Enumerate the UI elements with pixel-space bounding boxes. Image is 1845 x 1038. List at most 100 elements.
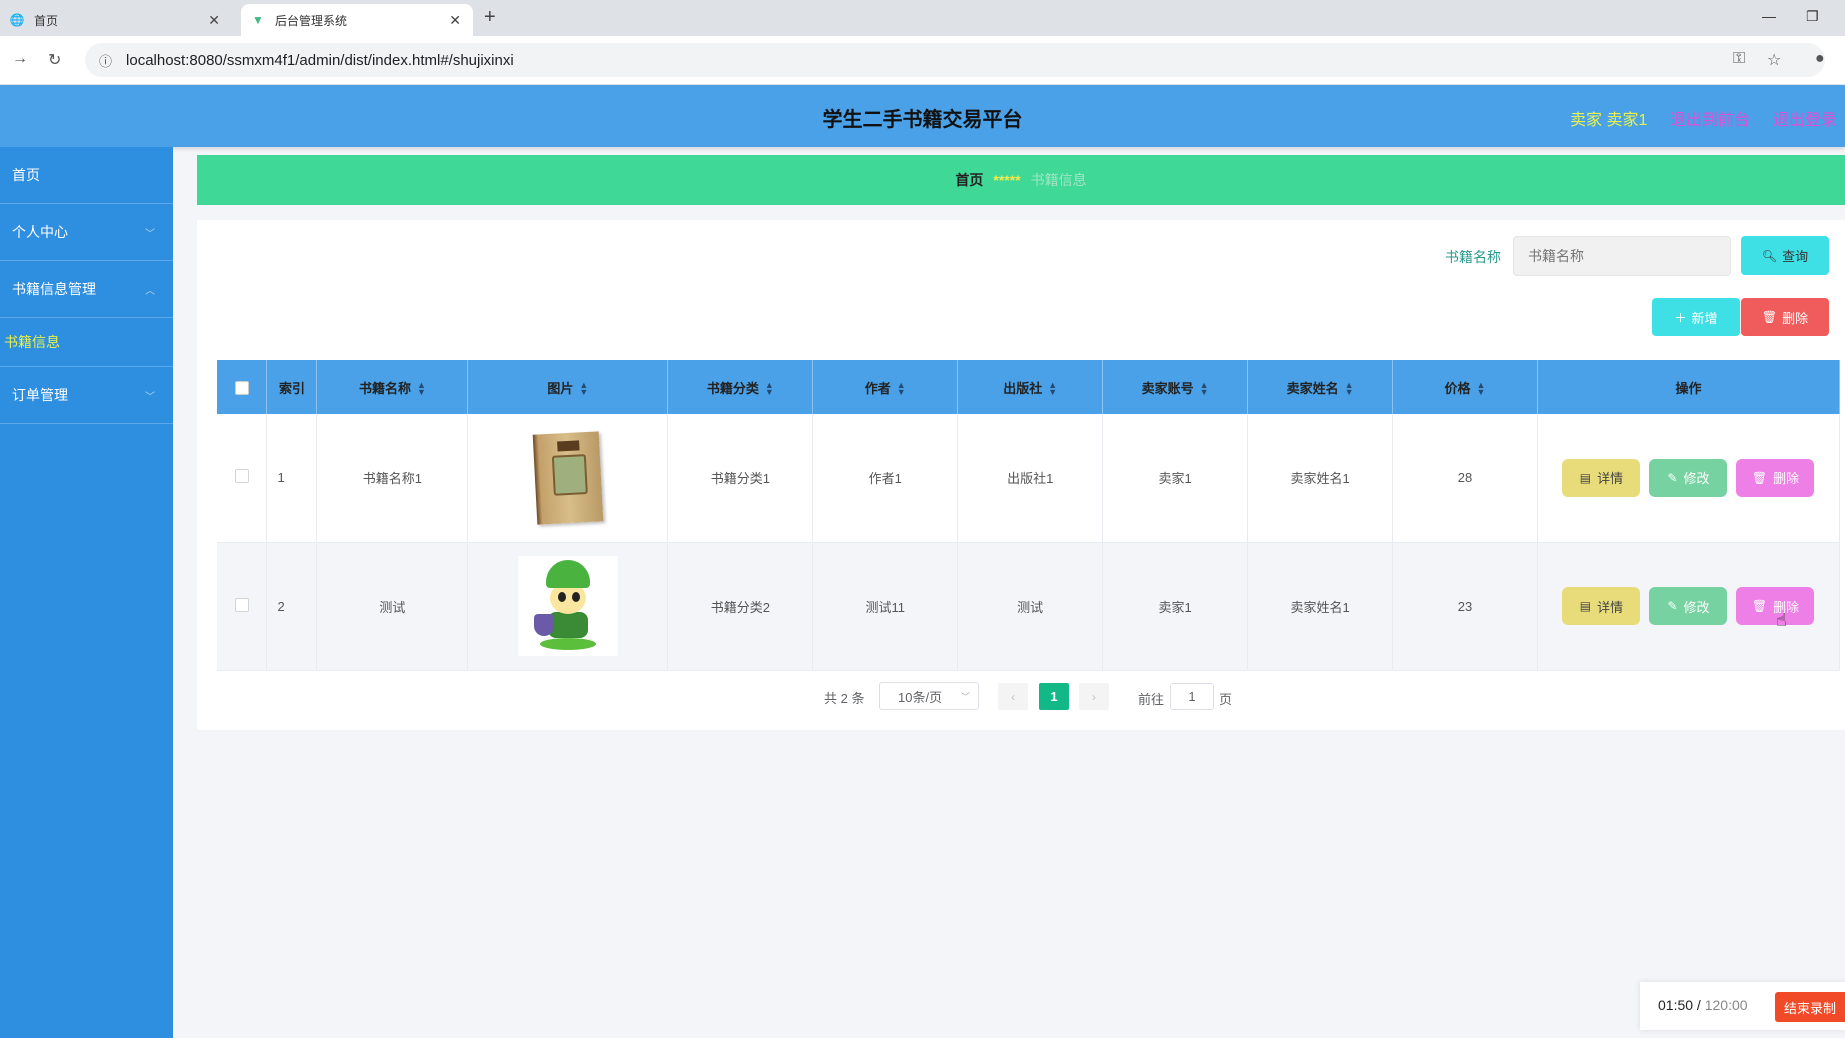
- publisher-cell: 测试: [957, 542, 1104, 671]
- site-info-icon[interactable]: ⓘ: [99, 51, 112, 70]
- sidebar-item-personal-center[interactable]: 个人中心 ﹀: [0, 204, 173, 261]
- column-header[interactable]: 卖家账号 ▲ ▼: [1102, 360, 1249, 414]
- close-icon[interactable]: ✕: [208, 12, 220, 29]
- add-button[interactable]: ＋ 新增: [1652, 298, 1740, 336]
- column-label: 卖家姓名: [1286, 380, 1339, 396]
- add-button-label: 新增: [1691, 310, 1718, 326]
- browser-tab-admin[interactable]: ▼ 后台管理系统 ✕: [241, 4, 473, 36]
- actions-cell: ▤ 详情 ✎ 修改 🗑︎ 删除: [1537, 542, 1841, 671]
- restore-icon[interactable]: ❐: [1806, 8, 1819, 25]
- trash-icon: 🗑︎: [1751, 470, 1768, 485]
- sidebar-item-label: 书籍信息管理: [12, 281, 96, 297]
- column-header[interactable]: 出版社 ▲ ▼: [957, 360, 1104, 414]
- hand-cursor-icon: ☝: [1776, 610, 1787, 630]
- breadcrumb: 首页 ***** 书籍信息: [197, 155, 1845, 205]
- detail-button[interactable]: ▤ 详情: [1562, 458, 1641, 497]
- sidebar-subitem-book-info[interactable]: 书籍信息: [0, 318, 173, 367]
- column-header[interactable]: 作者 ▲ ▼: [812, 360, 959, 414]
- reload-icon[interactable]: ↻: [48, 50, 61, 70]
- select-all-checkbox[interactable]: [234, 380, 249, 395]
- author-cell: 测试11: [812, 542, 959, 671]
- pencil-icon: ✎: [1667, 470, 1678, 485]
- seller-account-cell: 卖家1: [1102, 414, 1249, 543]
- sidebar-item-label: 书籍信息: [4, 334, 60, 350]
- breadcrumb-current: 书籍信息: [1030, 172, 1087, 188]
- category-cell: 书籍分类2: [667, 542, 814, 671]
- pencil-icon: ✎: [1667, 599, 1678, 613]
- sort-icon[interactable]: ▲ ▼: [1345, 381, 1354, 397]
- row-checkbox[interactable]: [234, 597, 249, 612]
- batch-delete-button[interactable]: 🗑︎ 删除: [1741, 298, 1829, 336]
- column-header: 操作: [1537, 360, 1841, 414]
- sort-icon[interactable]: ▲ ▼: [1477, 381, 1486, 397]
- row-select-cell: [217, 414, 268, 543]
- close-icon[interactable]: ✕: [449, 12, 461, 29]
- sidebar-item-book-management[interactable]: 书籍信息管理 ︿: [0, 261, 173, 318]
- sort-icon[interactable]: ▲ ▼: [1048, 381, 1057, 397]
- minimize-icon[interactable]: —: [1762, 8, 1776, 24]
- row-checkbox[interactable]: [234, 469, 249, 484]
- logout-link[interactable]: 退出登录: [1773, 106, 1837, 130]
- category-cell: 书籍分类1: [667, 414, 814, 543]
- sidebar-item-home[interactable]: 首页: [0, 147, 173, 204]
- actions-cell: ▤ 详情 ✎ 修改 🗑︎ 删除: [1537, 414, 1841, 543]
- breadcrumb-separator: *****: [993, 172, 1021, 188]
- globe-icon: 🌐: [9, 13, 25, 27]
- sort-icon[interactable]: ▲ ▼: [765, 381, 774, 397]
- search-input[interactable]: [1513, 236, 1731, 276]
- sort-icon[interactable]: ▲ ▼: [579, 381, 588, 397]
- column-header[interactable]: 卖家姓名 ▲ ▼: [1247, 360, 1394, 414]
- column-header[interactable]: 书籍分类 ▲ ▼: [667, 360, 814, 414]
- cartoon-character-image: [517, 556, 618, 656]
- key-icon[interactable]: ⚿: [1733, 50, 1745, 68]
- column-header[interactable]: 书籍名称 ▲ ▼: [316, 360, 469, 414]
- elapsed-time: 01:50: [1658, 997, 1694, 1013]
- book-cover-image: [532, 431, 604, 525]
- recording-timer: 01:50 / 120:00: [1658, 997, 1748, 1013]
- price-cell: 28: [1392, 414, 1538, 543]
- chevron-left-icon: ‹: [1011, 689, 1015, 704]
- tab-title: 首页: [34, 13, 59, 28]
- edit-label: 修改: [1683, 471, 1710, 487]
- column-label: 卖家账号: [1141, 380, 1194, 396]
- column-header[interactable]: 图片 ▲ ▼: [467, 360, 669, 414]
- back-to-front-link[interactable]: 退出到前台: [1670, 106, 1750, 130]
- book-name-cell: 测试: [316, 542, 469, 671]
- profile-icon[interactable]: ●: [1815, 50, 1825, 68]
- browser-tab-bar: 🌐 首页 ✕ ▼ 后台管理系统 ✕ + — ❐: [0, 0, 1845, 36]
- sort-icon[interactable]: ▲ ▼: [1200, 381, 1209, 397]
- sidebar-item-orders[interactable]: 订单管理 ﹀: [0, 367, 173, 424]
- column-header: 索引: [266, 360, 318, 414]
- detail-button[interactable]: ▤ 详情: [1562, 587, 1641, 625]
- edit-button[interactable]: ✎ 修改: [1649, 587, 1728, 625]
- document-icon: ▤: [1579, 599, 1592, 613]
- forward-icon[interactable]: →: [12, 50, 28, 68]
- detail-label: 详情: [1597, 599, 1624, 615]
- browser-tab-home[interactable]: 🌐 首页 ✕: [0, 4, 232, 36]
- seller-name-cell: 卖家姓名1: [1247, 542, 1394, 671]
- url-field[interactable]: ⓘ localhost:8080/ssmxm4f1/admin/dist/ind…: [85, 43, 1825, 77]
- new-tab-icon[interactable]: +: [484, 6, 496, 29]
- next-page-button[interactable]: ›: [1079, 683, 1109, 710]
- table-row: 1 书籍名称1 书籍分类1 作者1 出版社1 卖家1 卖家姓名1 28 ▤ 详情 …: [217, 414, 1841, 543]
- table-row: 2 测试 书籍分类2 测试11 测试 卖家1 卖家姓名1 23 ▤ 详情 ✎ 修改 …: [217, 542, 1841, 671]
- delete-button[interactable]: 🗑︎ 删除: [1736, 458, 1815, 497]
- page-size-select[interactable]: 10条/页 ﹀: [879, 682, 979, 710]
- search-button[interactable]: 🔍︎ 查询: [1741, 236, 1829, 275]
- column-header[interactable]: 价格 ▲ ▼: [1392, 360, 1538, 414]
- page-number-current[interactable]: 1: [1039, 683, 1069, 710]
- column-label: 图片: [547, 380, 574, 396]
- sidebar: 首页 个人中心 ﹀ 书籍信息管理 ︿ 书籍信息 订单管理 ﹀: [0, 147, 173, 1038]
- edit-button[interactable]: ✎ 修改: [1649, 458, 1728, 497]
- sort-icon[interactable]: ▲ ▼: [897, 381, 906, 397]
- books-table: 索引 书籍名称 ▲ ▼ 图片 ▲ ▼ 书籍分类 ▲ ▼ 作者 ▲ ▼ 出版社 ▲ ▼ 卖家账号 ▲ ▼ …: [217, 360, 1841, 671]
- app-header: 学生二手书籍交易平台 卖家 卖家1 退出到前台 退出登录: [0, 85, 1845, 147]
- breadcrumb-home[interactable]: 首页: [955, 170, 983, 190]
- stop-recording-button[interactable]: 结束录制: [1775, 992, 1845, 1022]
- star-icon[interactable]: ☆: [1767, 50, 1781, 70]
- goto-page-input[interactable]: [1170, 683, 1214, 710]
- prev-page-button[interactable]: ‹: [998, 683, 1028, 710]
- sort-icon[interactable]: ▲ ▼: [417, 381, 426, 397]
- trash-icon: 🗑︎: [1751, 599, 1768, 613]
- detail-label: 详情: [1597, 471, 1624, 487]
